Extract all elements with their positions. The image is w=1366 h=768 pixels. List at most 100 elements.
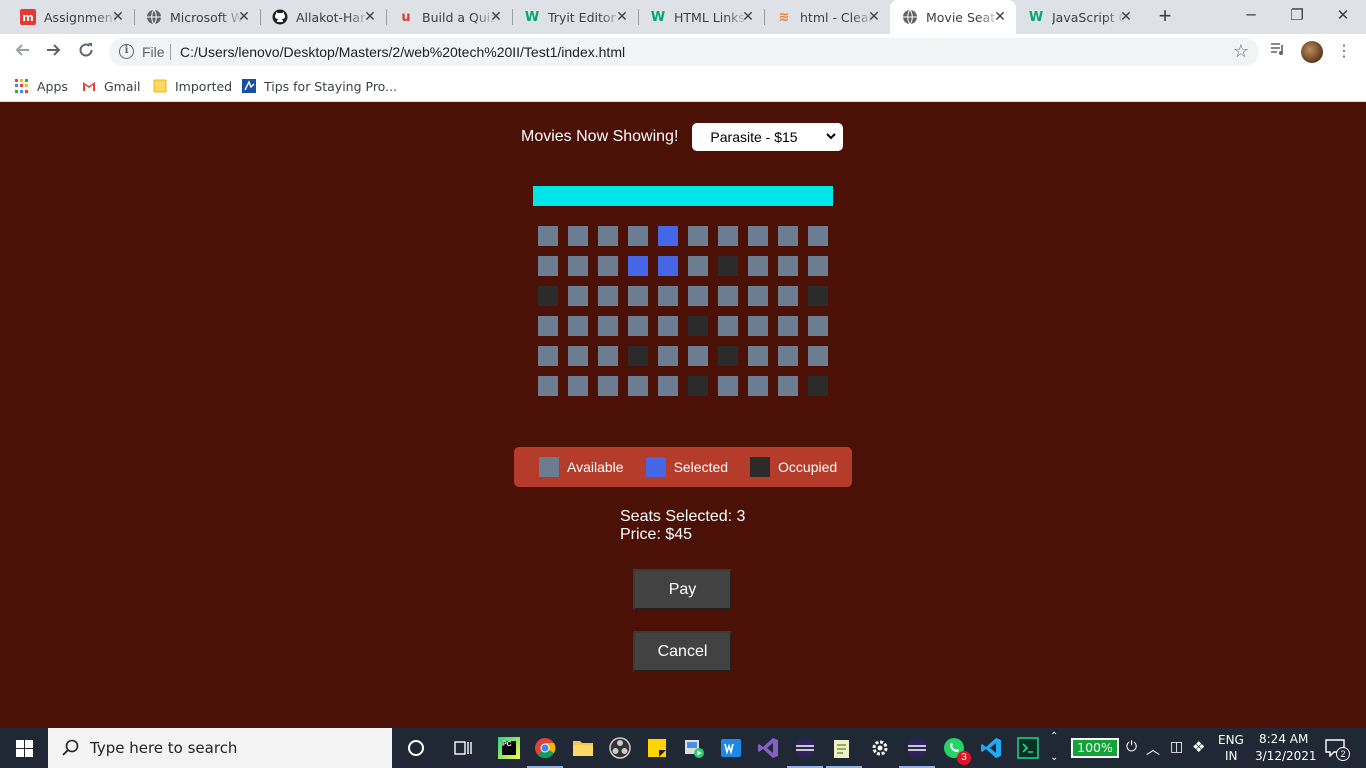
site-info-icon[interactable]: i [119, 44, 134, 59]
seat-available[interactable] [718, 286, 738, 306]
bookmark-tips[interactable]: Tips for Staying Pro... [242, 77, 397, 95]
back-button[interactable] [10, 40, 34, 64]
bookmark-apps[interactable]: Apps [15, 77, 68, 95]
seat-available[interactable] [718, 316, 738, 336]
dropbox-icon[interactable]: ❖ [1192, 738, 1205, 756]
seat-available[interactable] [658, 286, 678, 306]
seat-available[interactable] [748, 346, 768, 366]
browser-tab[interactable]: Microsoft W ✕ [134, 0, 261, 34]
seat-available[interactable] [568, 316, 588, 336]
movie-select[interactable]: Parasite - $15 [692, 123, 844, 151]
seat-available[interactable] [568, 256, 588, 276]
notepad-plus-icon[interactable] [828, 734, 856, 762]
seat-available[interactable] [748, 286, 768, 306]
word-icon[interactable] [717, 734, 745, 762]
seat-available[interactable] [628, 376, 648, 396]
seat-available[interactable] [688, 286, 708, 306]
sticky-notes-icon[interactable] [643, 734, 671, 762]
taskbar-search[interactable]: Type here to search [48, 728, 392, 768]
tab-close-icon[interactable]: ✕ [992, 9, 1008, 25]
seat-available[interactable] [748, 316, 768, 336]
seat-available[interactable] [748, 376, 768, 396]
seat-available[interactable] [808, 256, 828, 276]
browser-tab[interactable]: W HTML Links ✕ [638, 0, 765, 34]
cortana-icon[interactable] [402, 734, 430, 762]
browser-tab[interactable]: W Tryit Editor ✕ [512, 0, 639, 34]
visual-studio-icon[interactable] [754, 734, 782, 762]
battery-indicator[interactable]: 100% [1071, 738, 1119, 758]
network-icon[interactable]: ◫ [1170, 739, 1183, 755]
seat-available[interactable] [778, 226, 798, 246]
clock-time[interactable]: 8:24 AM [1259, 732, 1308, 746]
seat-available[interactable] [808, 346, 828, 366]
start-button[interactable] [0, 728, 48, 768]
chrome-icon[interactable] [531, 734, 559, 762]
tab-close-icon[interactable]: ✕ [488, 9, 504, 25]
url-text[interactable]: C:/Users/lenovo/Desktop/Masters/2/web%20… [180, 44, 625, 60]
tab-close-icon[interactable]: ✕ [614, 9, 630, 25]
eclipse-ide-icon[interactable] [903, 734, 931, 762]
notification-center-icon[interactable]: 2 [1321, 734, 1350, 762]
seat-selected[interactable] [658, 256, 678, 276]
clock-date[interactable]: 3/12/2021 [1255, 749, 1317, 763]
seat-available[interactable] [628, 286, 648, 306]
seat-available[interactable] [658, 316, 678, 336]
tab-close-icon[interactable]: ✕ [740, 9, 756, 25]
seat-available[interactable] [568, 286, 588, 306]
chrome-menu-icon[interactable]: ⋮ [1332, 40, 1356, 64]
seat-available[interactable] [718, 226, 738, 246]
minimize-button[interactable]: ─ [1228, 0, 1274, 30]
seat-available[interactable] [538, 256, 558, 276]
seat-available[interactable] [598, 286, 618, 306]
profile-avatar[interactable] [1301, 41, 1323, 63]
seat-available[interactable] [538, 346, 558, 366]
language-indicator[interactable]: ENG [1218, 733, 1244, 747]
bookmark-imported[interactable]: Imported [153, 77, 232, 95]
seat-available[interactable] [538, 316, 558, 336]
seat-available[interactable] [778, 256, 798, 276]
show-hidden-tray-up-icon[interactable]: ⌃ [1050, 731, 1058, 742]
seat-available[interactable] [688, 256, 708, 276]
media-app-icon[interactable] [680, 734, 708, 762]
eclipse-icon[interactable] [791, 734, 819, 762]
seat-available[interactable] [568, 376, 588, 396]
file-explorer-icon[interactable] [569, 734, 597, 762]
seat-available[interactable] [628, 226, 648, 246]
vscode-icon[interactable] [977, 734, 1005, 762]
seat-available[interactable] [538, 226, 558, 246]
browser-tab[interactable]: Allakot-Har ✕ [260, 0, 387, 34]
seat-available[interactable] [778, 286, 798, 306]
seat-selected[interactable] [628, 256, 648, 276]
browser-tab[interactable]: ≋ html - Clear ✕ [764, 0, 890, 34]
seat-available[interactable] [658, 346, 678, 366]
seat-available[interactable] [598, 226, 618, 246]
browser-tab[interactable]: m Assignment ✕ [8, 0, 135, 34]
bookmark-star-icon[interactable]: ☆ [1233, 41, 1249, 62]
seat-available[interactable] [688, 226, 708, 246]
forward-button[interactable] [42, 40, 66, 64]
seat-available[interactable] [598, 346, 618, 366]
show-hidden-tray-down-icon[interactable]: ⌄ [1050, 752, 1058, 763]
seat-available[interactable] [748, 256, 768, 276]
seat-selected[interactable] [658, 226, 678, 246]
seat-available[interactable] [658, 376, 678, 396]
seat-available[interactable] [628, 316, 648, 336]
pay-button[interactable]: Pay [633, 569, 732, 610]
seat-available[interactable] [808, 316, 828, 336]
seat-available[interactable] [568, 226, 588, 246]
new-tab-button[interactable]: + [1153, 5, 1177, 29]
obs-icon[interactable] [606, 734, 634, 762]
seat-available[interactable] [568, 346, 588, 366]
whatsapp-icon[interactable]: 3 [940, 734, 971, 765]
terminal-app-icon[interactable] [1014, 734, 1042, 762]
tray-chevron-icon[interactable]: ︿ [1146, 739, 1160, 759]
seat-available[interactable] [778, 346, 798, 366]
media-control-icon[interactable] [1266, 40, 1290, 64]
browser-tab[interactable]: Movie Seat ✕ [890, 0, 1016, 34]
seat-available[interactable] [778, 376, 798, 396]
tab-close-icon[interactable]: ✕ [362, 9, 378, 25]
browser-tab[interactable]: u Build a Quiz ✕ [386, 0, 513, 34]
maximize-button[interactable]: ❐ [1274, 0, 1320, 30]
address-bar[interactable]: i File C:/Users/lenovo/Desktop/Masters/2… [109, 38, 1259, 66]
tab-close-icon[interactable]: ✕ [1118, 9, 1134, 25]
